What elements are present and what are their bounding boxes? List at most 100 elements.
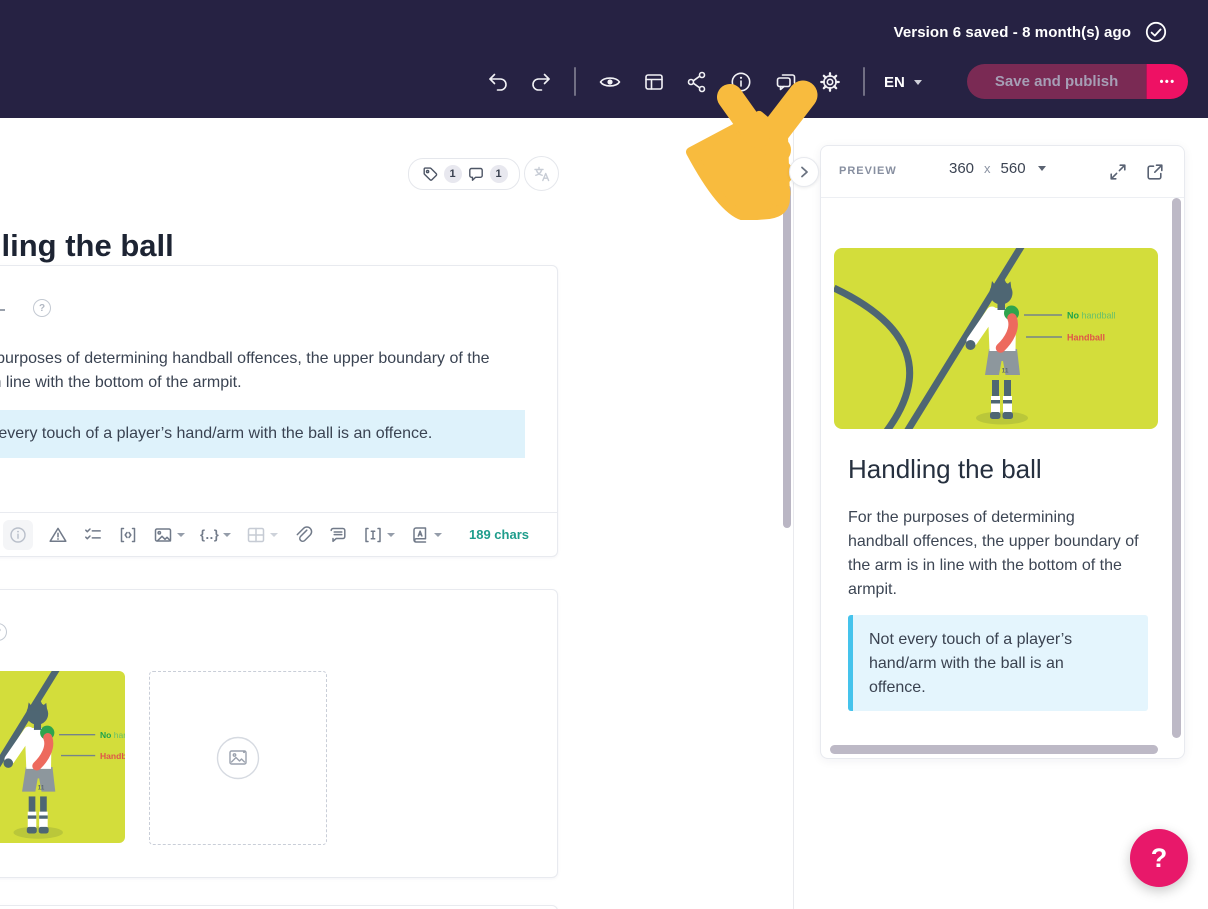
warning-icon xyxy=(48,525,68,545)
info-icon xyxy=(729,70,753,94)
external-link-icon xyxy=(1145,162,1165,182)
svg-text:No handball: No handball xyxy=(100,730,125,740)
text-toolbar: {..} 189 chars xyxy=(0,512,557,556)
preview-horizontal-scrollbar[interactable] xyxy=(830,745,1158,754)
note-tool-button[interactable] xyxy=(328,525,348,545)
image-tool-button[interactable] xyxy=(153,525,185,545)
comment-icon xyxy=(467,165,485,183)
app-window: Version 6 saved - 8 month(s) ago EN Save… xyxy=(0,0,1208,909)
preview-vertical-scrollbar[interactable] xyxy=(1172,198,1181,738)
info-circle-icon xyxy=(8,525,28,545)
save-publish-group: Save and publish ••• xyxy=(967,64,1188,99)
svg-text:11: 11 xyxy=(38,784,45,791)
handball-illustration: 11 No handball Handball xyxy=(0,671,125,843)
callout-text: Not every touch of a player’s hand/arm w… xyxy=(0,425,433,442)
callout-block-editor[interactable]: Not every touch of a player’s hand/arm w… xyxy=(0,410,525,458)
chevron-right-icon xyxy=(794,162,814,182)
translate-button[interactable] xyxy=(524,156,559,191)
meta-badges-pill[interactable]: 1 1 xyxy=(408,158,520,190)
caret-down-icon xyxy=(387,532,396,537)
caret-down-icon xyxy=(434,532,443,537)
slide-hero-image: 11 No handball Handball xyxy=(834,248,1158,429)
top-bar: Version 6 saved - 8 month(s) ago EN Save… xyxy=(0,0,1208,118)
collapse-preview-button[interactable] xyxy=(789,157,819,187)
text-block-editor[interactable]: For the purposes of determining handball… xyxy=(0,347,490,395)
language-label: EN xyxy=(884,73,905,91)
paragraph-line: For the purposes of determining xyxy=(848,509,1075,526)
tag-count-badge: 1 xyxy=(443,165,462,183)
slide-paragraph: For the purposes of determining handball… xyxy=(848,506,1139,602)
next-block-card xyxy=(0,905,558,909)
more-actions-button[interactable]: ••• xyxy=(1146,64,1188,99)
callout-line: Not every touch of a player’s xyxy=(869,631,1073,648)
open-new-window-button[interactable] xyxy=(1144,161,1166,183)
toolbar-divider xyxy=(574,67,576,96)
char-count: 189 chars xyxy=(469,527,529,542)
callout-line: hand/arm with the ball is an xyxy=(869,655,1064,672)
paperclip-icon xyxy=(293,525,313,545)
version-status: Version 6 saved - 8 month(s) ago xyxy=(894,20,1168,44)
attachment-tool-button[interactable] xyxy=(293,525,313,545)
info-button[interactable] xyxy=(725,66,757,98)
checklist-tool-button[interactable] xyxy=(83,525,103,545)
comments-button[interactable] xyxy=(770,66,802,98)
check-circle-icon xyxy=(1144,20,1168,44)
undo-button[interactable] xyxy=(482,66,514,98)
image-block-card: ? 11 No ha xyxy=(0,589,558,878)
caret-down-icon xyxy=(177,532,185,537)
brackets-text-icon xyxy=(363,525,383,545)
warning-tool-button[interactable] xyxy=(48,525,68,545)
callout-line: offence. xyxy=(869,679,926,696)
language-selector[interactable]: EN xyxy=(884,66,922,98)
viewport-size-selector[interactable]: 360 x 560 xyxy=(949,160,1046,177)
paragraph-line: handball offences, the upper boundary of xyxy=(848,533,1139,550)
share-icon xyxy=(685,70,709,94)
code-block-icon xyxy=(118,525,138,545)
svg-text:Handball: Handball xyxy=(100,751,125,761)
table-tool-button[interactable] xyxy=(246,525,279,545)
empty-image-slot[interactable] xyxy=(149,671,327,845)
code-block-tool-button[interactable] xyxy=(118,525,138,545)
panel-divider xyxy=(793,118,794,909)
resize-preview-button[interactable] xyxy=(1107,161,1129,183)
comment-count-badge: 1 xyxy=(489,165,508,183)
help-icon[interactable]: ? xyxy=(0,623,7,641)
image-thumbnail[interactable]: 11 No handball Handball xyxy=(0,671,125,843)
svg-text:11: 11 xyxy=(1002,368,1009,375)
undo-icon xyxy=(486,70,510,94)
text-block-card: ? For the purposes of determining handba… xyxy=(0,265,558,557)
help-fab-button[interactable]: ? xyxy=(1130,829,1188,887)
editor-scrollbar-thumb[interactable] xyxy=(783,185,791,528)
block-info-button[interactable] xyxy=(3,519,33,550)
share-button[interactable] xyxy=(681,66,713,98)
question-mark-label: ? xyxy=(1150,842,1168,873)
translate-icon xyxy=(532,164,552,184)
help-icon[interactable]: ? xyxy=(33,299,51,317)
image-icon xyxy=(153,525,173,545)
caret-down-icon xyxy=(1037,166,1046,171)
caret-down-icon xyxy=(913,79,922,85)
table-icon xyxy=(246,525,266,545)
preview-mode-button[interactable] xyxy=(594,66,626,98)
paragraph-line: armpit. xyxy=(848,581,897,598)
svg-text:No handball: No handball xyxy=(1067,311,1116,321)
layout-icon xyxy=(642,70,666,94)
note-icon xyxy=(328,525,348,545)
glossary-tool-button[interactable] xyxy=(410,525,443,545)
ellipsis-icon: ••• xyxy=(1159,75,1176,88)
slide-layout-button[interactable] xyxy=(638,66,670,98)
eye-icon xyxy=(598,70,622,94)
save-and-publish-button[interactable]: Save and publish xyxy=(967,64,1147,99)
settings-button[interactable] xyxy=(814,66,846,98)
cut-label-dash xyxy=(0,309,5,311)
toolbar-divider xyxy=(863,67,865,96)
variables-tool-button[interactable]: {..} xyxy=(200,527,232,542)
slide-callout: Not every touch of a player’s hand/arm w… xyxy=(848,615,1148,711)
braces-icon: {..} xyxy=(200,527,220,542)
paragraph-line: arm is in line with the bottom of the ar… xyxy=(0,374,242,391)
lesson-title[interactable]: Handling the ball xyxy=(0,228,174,264)
image-placeholder-icon xyxy=(216,736,260,780)
text-placeholder-tool-button[interactable] xyxy=(363,525,396,545)
viewport-width: 360 xyxy=(949,160,975,177)
redo-button[interactable] xyxy=(525,66,557,98)
